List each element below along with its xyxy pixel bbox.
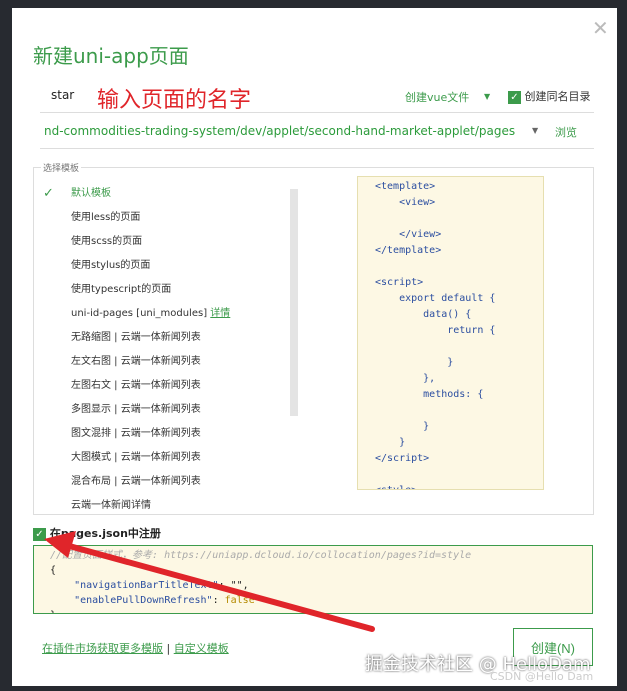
arrow-shaft (59, 541, 375, 632)
arrow-head (44, 531, 76, 558)
red-arrow-annotation (44, 531, 375, 632)
watermark-csdn: CSDN @Hello Dam (490, 670, 594, 683)
